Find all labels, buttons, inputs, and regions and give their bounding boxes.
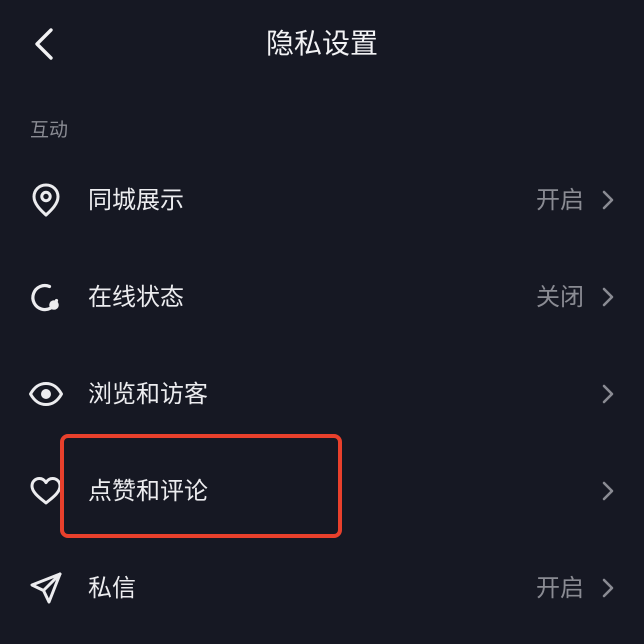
- section-title: 互动: [30, 119, 69, 141]
- row-value: 开启: [536, 574, 584, 602]
- page-title: 隐私设置: [265, 27, 378, 60]
- row-value: 开启: [536, 186, 584, 214]
- privacy-settings-screen: 隐私设置 互动 同城展示 开启 在线状态 关闭 浏览和访客 点赞和评论 私信 开…: [0, 0, 644, 644]
- chevron-right-icon: [598, 576, 618, 600]
- row-label: 同城展示: [88, 186, 184, 214]
- setting-row-views-and-visitors[interactable]: 浏览和访客: [0, 346, 644, 442]
- row-value: 关闭: [536, 283, 584, 311]
- chevron-right-icon: [598, 188, 618, 212]
- header: 隐私设置: [0, 0, 644, 88]
- eye-icon: [28, 376, 64, 412]
- setting-row-nearby-display[interactable]: 同城展示 开启: [0, 152, 644, 248]
- heart-icon: [28, 473, 64, 509]
- setting-row-direct-messages[interactable]: 私信 开启: [0, 540, 644, 636]
- row-label: 私信: [88, 574, 136, 602]
- chevron-right-icon: [598, 479, 618, 503]
- row-label: 浏览和访客: [88, 380, 208, 408]
- setting-row-likes-and-comments[interactable]: 点赞和评论: [0, 443, 644, 539]
- paper-plane-icon: [28, 570, 64, 606]
- location-pin-icon: [28, 182, 64, 218]
- setting-row-online-status[interactable]: 在线状态 关闭: [0, 249, 644, 345]
- chevron-right-icon: [598, 285, 618, 309]
- online-status-icon: [28, 279, 64, 315]
- row-label: 在线状态: [88, 283, 184, 311]
- chevron-right-icon: [598, 382, 618, 406]
- row-label: 点赞和评论: [88, 477, 208, 505]
